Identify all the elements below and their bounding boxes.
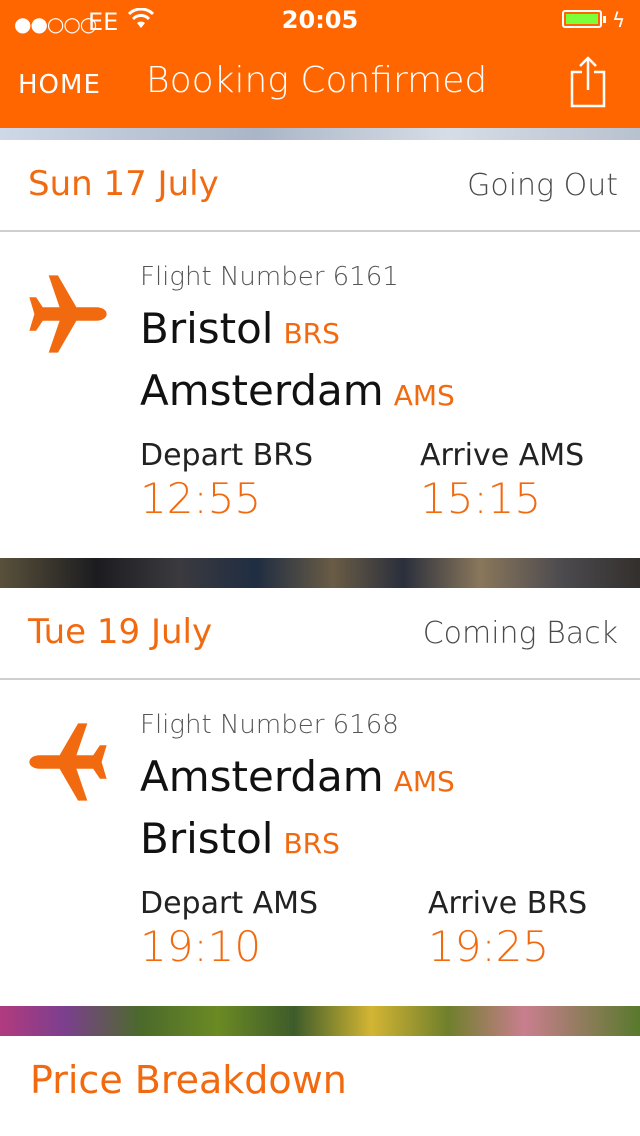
- origin-code: BRS: [283, 317, 340, 350]
- outbound-date: Sun 17 July: [28, 164, 219, 204]
- origin-city: Bristol: [140, 304, 274, 353]
- destination-code: BRS: [283, 827, 340, 860]
- page-title: Booking Confirmed: [146, 60, 488, 101]
- navigation-bar: HOME Booking Confirmed: [0, 40, 640, 128]
- arrive-time: 15:15: [420, 474, 542, 523]
- charging-icon: ϟ: [612, 8, 626, 32]
- return-direction: Coming Back: [422, 616, 618, 651]
- destination-city: Amsterdam: [140, 366, 384, 415]
- price-breakdown-title: Price Breakdown: [30, 1058, 347, 1102]
- price-breakdown-row[interactable]: Price Breakdown: [0, 1036, 640, 1136]
- destination-city: Bristol: [140, 814, 274, 863]
- destination-city-row: Bristol BRS: [140, 814, 340, 863]
- return-flight-card[interactable]: Flight Number 6168 Amsterdam AMS Bristol B…: [0, 680, 640, 1006]
- arrive-label: Arrive BRS: [428, 886, 588, 921]
- clock: 20:05: [281, 6, 359, 34]
- destination-city-row: Amsterdam AMS: [140, 366, 455, 415]
- flight-number: Flight Number 6161: [140, 262, 399, 292]
- background-photo-strip: [0, 558, 640, 588]
- depart-label: Depart AMS: [140, 886, 319, 921]
- background-photo-strip: [0, 128, 640, 140]
- depart-label: Depart BRS: [140, 438, 314, 473]
- airplane-icon: [26, 720, 110, 804]
- return-date-row: Tue 19 July Coming Back: [0, 588, 640, 680]
- airplane-icon: [26, 272, 110, 356]
- share-icon[interactable]: [570, 56, 606, 108]
- status-bar: ●●○○○ EE 20:05 ϟ: [0, 0, 640, 40]
- outbound-flight-card[interactable]: Flight Number 6161 Bristol BRS Amsterdam A…: [0, 232, 640, 558]
- arrive-label: Arrive AMS: [420, 438, 585, 473]
- origin-city: Amsterdam: [140, 752, 384, 801]
- home-button[interactable]: HOME: [18, 70, 101, 100]
- background-photo-strip: [0, 1006, 640, 1036]
- return-date: Tue 19 July: [28, 612, 213, 652]
- flight-number: Flight Number 6168: [140, 710, 399, 740]
- origin-city-row: Amsterdam AMS: [140, 752, 455, 801]
- outbound-date-row: Sun 17 July Going Out: [0, 140, 640, 232]
- battery-icon: [562, 10, 606, 28]
- arrive-time: 19:25: [428, 922, 550, 971]
- origin-code: AMS: [393, 765, 455, 798]
- depart-time: 12:55: [140, 474, 262, 523]
- destination-code: AMS: [393, 379, 455, 412]
- outbound-direction: Going Out: [467, 168, 618, 203]
- depart-time: 19:10: [140, 922, 262, 971]
- origin-city-row: Bristol BRS: [140, 304, 340, 353]
